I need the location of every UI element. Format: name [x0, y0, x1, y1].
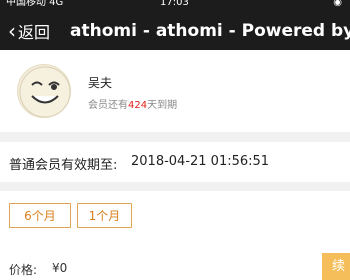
section-divider [0, 182, 350, 191]
price-value: ¥0 [52, 261, 68, 275]
back-label: 返回 [18, 23, 51, 42]
section-divider [0, 132, 350, 142]
price-label: 价格: [9, 263, 38, 277]
days-count: 424 [128, 100, 148, 111]
page-title: athomi - athomi - Powered by W... [70, 21, 350, 41]
membership-days-remaining: 会员还有424天到期 [88, 100, 178, 111]
duration-options: 6个月 1个月 [0, 191, 350, 241]
avatar [17, 64, 71, 118]
back-button[interactable]: ‹ 返回 [8, 12, 50, 50]
battery-icon: ◉ [333, 0, 342, 8]
status-time: 17:03 [160, 0, 189, 8]
option-6-months-button[interactable]: 6个月 [9, 203, 71, 228]
smiley-face-icon [19, 66, 71, 118]
navigation-bar: ‹ 返回 athomi - athomi - Powered by W... [0, 12, 350, 50]
profile-card: 吴夫 会员还有424天到期 [0, 50, 350, 132]
renew-button[interactable]: 续 [322, 253, 350, 280]
status-bar: 中国移动 4G 17:03 ◉ [0, 0, 350, 12]
membership-validity-row: 普通会员有效期至: 2018-04-21 01:56:51 [0, 142, 350, 182]
option-1-month-button[interactable]: 1个月 [77, 203, 132, 228]
validity-date: 2018-04-21 01:56:51 [131, 154, 270, 169]
price-row: 价格: ¥0 [0, 241, 350, 280]
user-name: 吴夫 [88, 76, 113, 90]
chevron-left-icon: ‹ [8, 19, 16, 43]
validity-label: 普通会员有效期至: [9, 158, 118, 173]
carrier-label: 中国移动 4G [6, 0, 64, 8]
